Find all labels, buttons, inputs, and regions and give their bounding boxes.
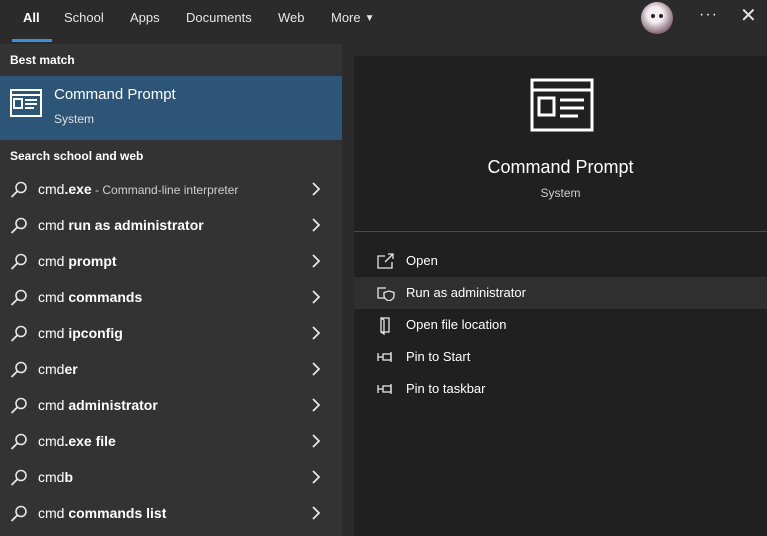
best-match-type: System xyxy=(54,112,95,126)
chevron-right-icon[interactable] xyxy=(311,506,321,520)
pin-to-taskbar-action[interactable]: Pin to taskbar xyxy=(354,373,767,405)
search-icon xyxy=(10,289,27,306)
command-prompt-icon xyxy=(10,89,42,117)
pin-to-taskbar-label: Pin to taskbar xyxy=(406,381,486,396)
detail-app-name: Command Prompt xyxy=(487,157,634,177)
tab-more[interactable]: More ▼ xyxy=(331,8,375,28)
search-icon xyxy=(10,397,27,414)
results-panel: Best match Command Prompt System Search … xyxy=(0,44,342,536)
search-result-text: cmd ipconfig xyxy=(38,325,123,341)
tab-documents[interactable]: Documents xyxy=(186,8,252,28)
pin-to-start-action[interactable]: Pin to Start xyxy=(354,341,767,373)
tab-web[interactable]: Web xyxy=(278,8,305,28)
search-icon xyxy=(10,505,27,522)
search-result-text: cmdb xyxy=(38,469,74,485)
pin-icon xyxy=(377,352,392,362)
chevron-right-icon[interactable] xyxy=(311,398,321,412)
search-result-text: cmd run as administrator xyxy=(38,217,204,233)
search-result-text: cmder xyxy=(38,361,78,377)
chevron-right-icon[interactable] xyxy=(311,326,321,340)
run-as-administrator-action[interactable]: Run as administrator xyxy=(354,277,767,309)
search-icon xyxy=(10,433,27,450)
open-icon xyxy=(377,253,394,269)
search-result-text: cmd commands xyxy=(38,289,143,305)
search-result-item[interactable]: cmd commands list xyxy=(0,496,342,532)
chevron-right-icon[interactable] xyxy=(311,290,321,304)
open-file-location-label: Open file location xyxy=(406,317,507,332)
search-icon xyxy=(10,253,27,270)
search-result-text: cmd.exe - Command-line interpreter xyxy=(38,181,239,197)
search-result-item[interactable]: cmd ipconfig xyxy=(0,316,342,352)
open-action[interactable]: Open xyxy=(354,245,767,277)
chevron-right-icon[interactable] xyxy=(311,182,321,196)
open-file-location-action[interactable]: Open file location xyxy=(354,309,767,341)
search-icon xyxy=(10,217,27,234)
avatar[interactable] xyxy=(641,2,673,34)
run-as-administrator-label: Run as administrator xyxy=(406,285,526,300)
search-result-item[interactable]: cmd commands xyxy=(0,280,342,316)
search-result-text: cmd.exe file xyxy=(38,433,116,449)
search-result-item[interactable]: cmd.exe - Command-line interpreter xyxy=(0,172,342,208)
pin-to-start-label: Pin to Start xyxy=(406,349,471,364)
open-label: Open xyxy=(406,253,438,268)
chevron-right-icon[interactable] xyxy=(311,470,321,484)
pin-icon xyxy=(377,384,392,394)
tab-all[interactable]: All xyxy=(23,8,40,28)
tab-more-label: More xyxy=(331,10,361,25)
active-tab-indicator xyxy=(12,39,52,42)
detail-app-type: System xyxy=(540,186,581,200)
search-icon xyxy=(10,361,27,378)
chevron-right-icon[interactable] xyxy=(311,254,321,268)
best-match-item[interactable]: Command Prompt System xyxy=(0,76,342,140)
search-result-item[interactable]: cmdb xyxy=(0,460,342,496)
command-prompt-icon xyxy=(530,78,594,132)
search-result-item[interactable]: cmd run as administrator xyxy=(0,208,342,244)
chevron-right-icon[interactable] xyxy=(311,362,321,376)
search-icon xyxy=(10,325,27,342)
search-result-item[interactable]: cmder xyxy=(0,352,342,388)
more-options-button[interactable]: ··· xyxy=(699,6,718,24)
search-result-item[interactable]: cmd.exe file xyxy=(0,424,342,460)
search-icon xyxy=(10,469,27,486)
shield-icon xyxy=(377,287,395,301)
best-match-heading: Best match xyxy=(10,53,75,67)
chevron-right-icon[interactable] xyxy=(311,218,321,232)
divider xyxy=(354,231,767,232)
tab-apps[interactable]: Apps xyxy=(130,8,160,28)
search-icon xyxy=(10,181,27,198)
search-result-text: cmd prompt xyxy=(38,253,117,269)
file-location-icon xyxy=(380,317,390,335)
close-icon[interactable]: ✕ xyxy=(740,4,757,28)
tab-school[interactable]: School xyxy=(64,8,104,28)
search-result-item[interactable]: cmd prompt xyxy=(0,244,342,280)
search-scope-bar: All School Apps Documents Web More ▼ ··· … xyxy=(0,0,767,44)
app-detail-panel: Command Prompt System Open Run as admini… xyxy=(354,56,767,536)
chevron-right-icon[interactable] xyxy=(311,434,321,448)
chevron-down-icon: ▼ xyxy=(364,13,375,24)
best-match-name: Command Prompt xyxy=(54,86,176,103)
search-result-text: cmd administrator xyxy=(38,397,158,413)
search-result-text: cmd commands list xyxy=(38,505,167,521)
search-result-item[interactable]: cmd administrator xyxy=(0,388,342,424)
search-web-heading: Search school and web xyxy=(10,149,144,163)
